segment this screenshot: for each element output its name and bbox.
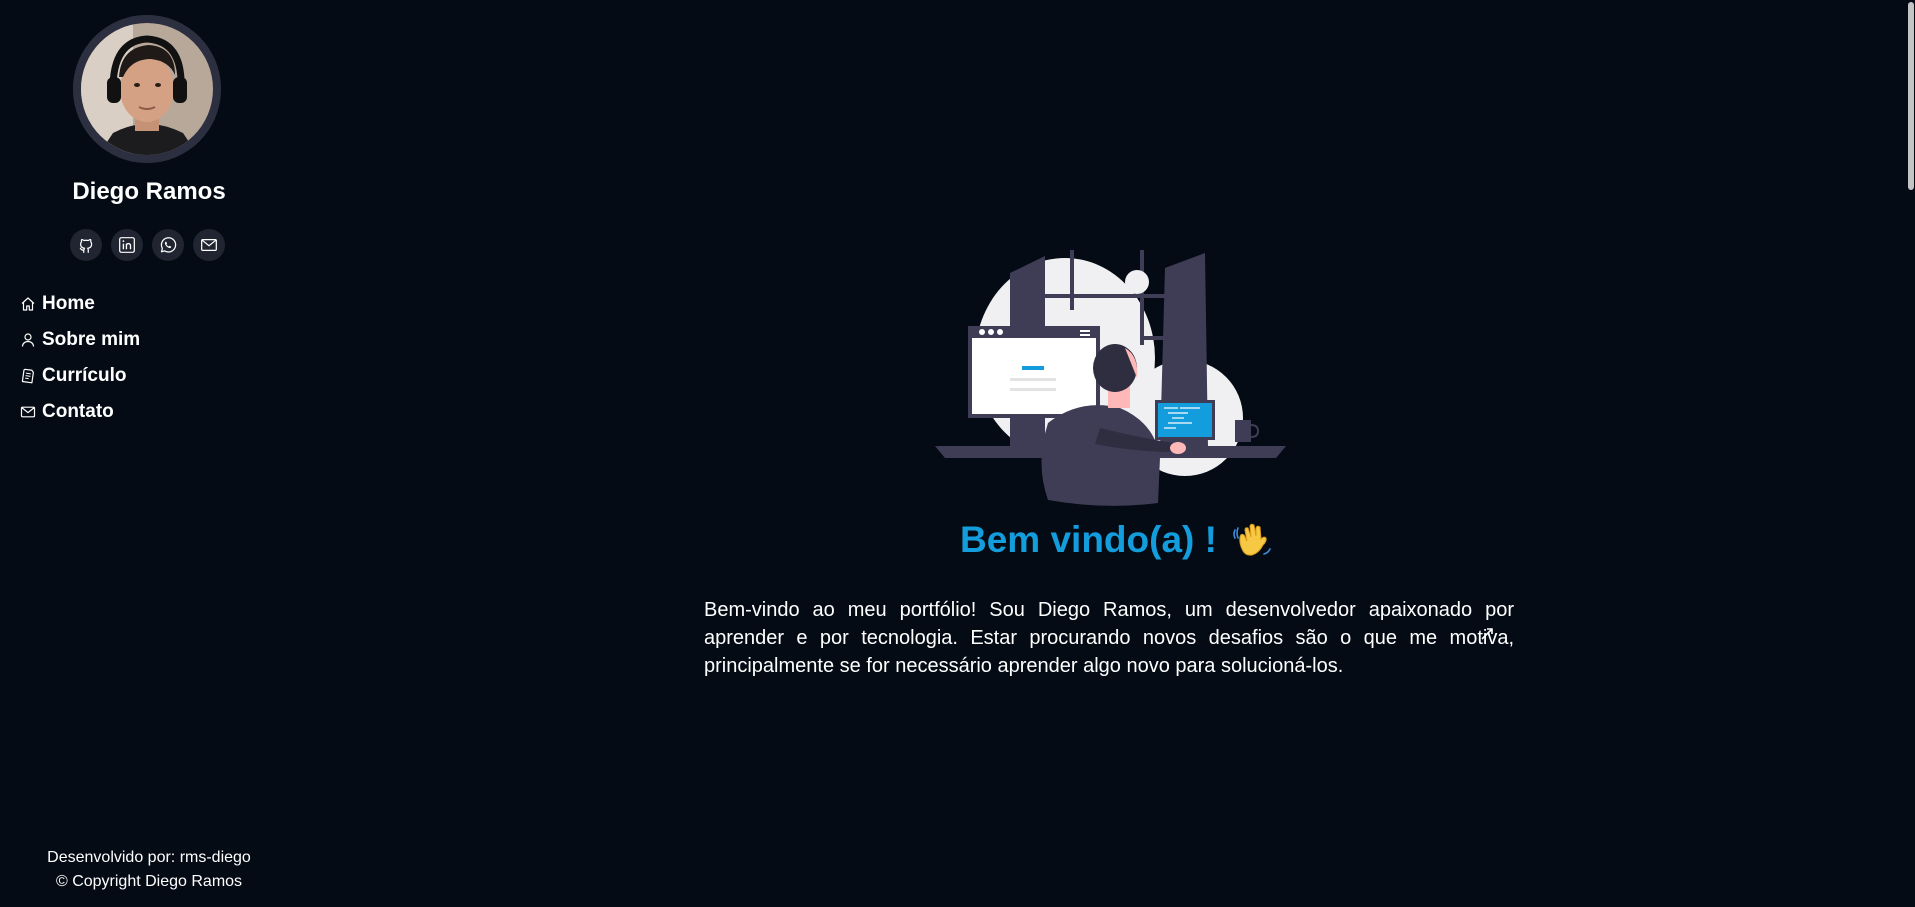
welcome-title: Bem vindo(a) !	[960, 514, 1271, 566]
github-icon	[79, 238, 93, 253]
developer-illustration	[930, 248, 1286, 506]
profile-name: Diego Ramos	[72, 178, 226, 205]
footer-developed-by: Desenvolvido por: rms-diego	[47, 849, 251, 866]
document-icon	[19, 367, 37, 385]
nav-item-resume[interactable]: Currículo	[19, 358, 279, 394]
nav-item-contact[interactable]: Contato	[19, 394, 279, 430]
welcome-title-text: Bem vindo(a) !	[960, 519, 1217, 560]
scrollbar-thumb[interactable]	[1908, 2, 1914, 190]
cursor-icon	[1480, 627, 1494, 641]
footer: Desenvolvido por: rms-diego © Copyright …	[0, 846, 298, 894]
nav-item-home[interactable]: Home	[19, 286, 279, 322]
nav-item-about[interactable]: Sobre mim	[19, 322, 279, 358]
nav-item-label: Home	[42, 293, 95, 314]
app-root: Diego Ramos Home Sobre mim Currículo Con…	[0, 0, 1915, 907]
nav-item-label: Contato	[42, 401, 114, 422]
linkedin-icon	[119, 237, 135, 253]
github-link[interactable]	[70, 229, 102, 261]
whatsapp-link[interactable]	[152, 229, 184, 261]
whatsapp-icon	[160, 237, 177, 253]
intro-paragraph: Bem-vindo ao meu portfólio! Sou Diego Ra…	[704, 599, 1514, 677]
linkedin-link[interactable]	[111, 229, 143, 261]
page-scrollbar[interactable]	[1906, 0, 1915, 907]
waving-hand-icon	[1231, 520, 1271, 560]
email-link[interactable]	[193, 229, 225, 261]
envelope-icon	[201, 238, 217, 252]
house-icon	[19, 295, 37, 313]
person-icon	[19, 331, 37, 349]
footer-copyright: © Copyright Diego Ramos	[55, 873, 243, 890]
sidebar: Diego Ramos Home Sobre mim Currículo Con…	[0, 0, 298, 907]
nav-item-label: Currículo	[42, 365, 127, 386]
main-nav: Home Sobre mim Currículo Contato	[19, 286, 279, 430]
envelope-icon	[19, 403, 37, 421]
social-links	[70, 229, 230, 261]
nav-item-label: Sobre mim	[42, 329, 141, 350]
avatar	[73, 15, 221, 163]
